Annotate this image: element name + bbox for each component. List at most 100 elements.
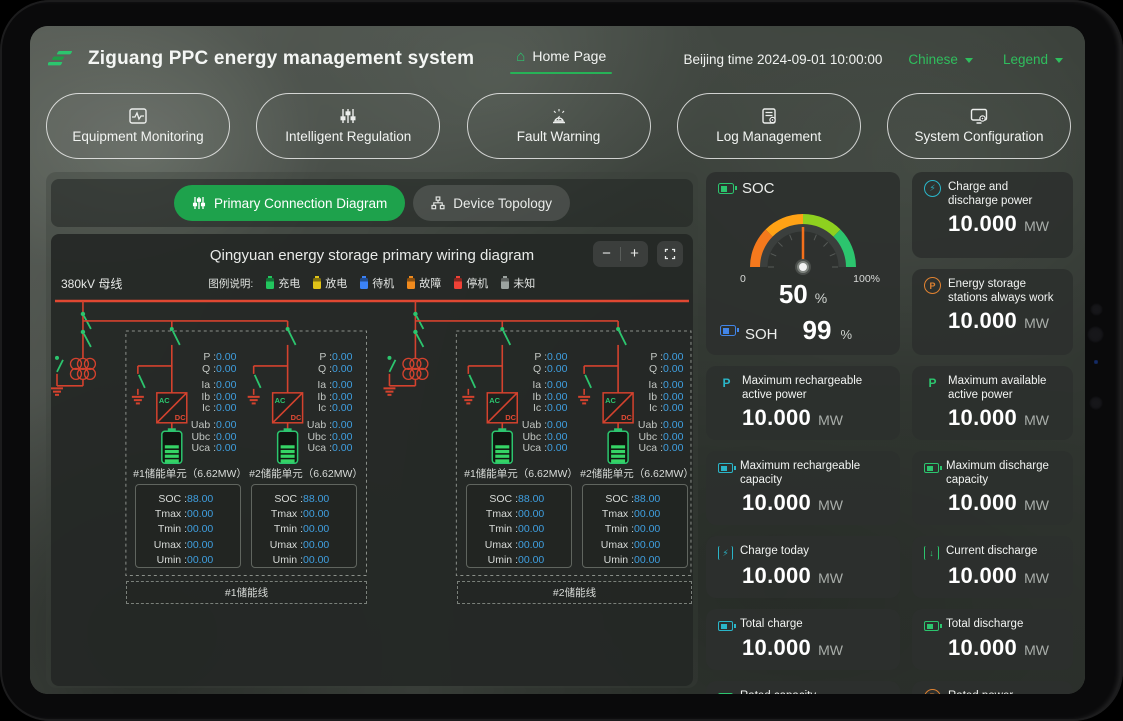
stat-label: Tmin <box>599 522 634 537</box>
metric-card: P Maximum available active power 10.000 … <box>912 366 1073 440</box>
measurement-value: 0.00 <box>663 402 683 414</box>
tab-primary-connection-diagram[interactable]: Primary Connection Diagram <box>174 185 405 221</box>
stat-value: 00.00 <box>303 538 340 553</box>
legend-dropdown[interactable]: Legend <box>1003 52 1063 67</box>
circuit-canvas[interactable]: AC DC AC DC <box>51 296 693 688</box>
main-nav: Equipment Monitoring Intelligent Regulat… <box>30 84 1085 159</box>
zoom-in-button[interactable]: + <box>621 241 648 267</box>
topology-icon <box>431 196 445 210</box>
line-label: #2储能线 <box>553 585 596 600</box>
alarm-icon <box>550 108 568 124</box>
diagram-tabs: Primary Connection Diagram <box>51 179 693 227</box>
unit-label: #1储能单元（6.62MW） <box>125 466 255 481</box>
metric-title: Charge and discharge power <box>948 180 1061 208</box>
nav-intelligent-regulation[interactable]: Intelligent Regulation <box>256 93 440 159</box>
measurement-value: 0.00 <box>332 419 352 431</box>
stat-value: 00.00 <box>187 538 224 553</box>
nav-label: Fault Warning <box>517 129 601 144</box>
metric-value: 10.000 <box>948 635 1017 661</box>
stat-value: 00.00 <box>518 522 555 537</box>
dc-label: DC <box>505 413 516 422</box>
soc-value: 50 <box>779 279 808 310</box>
soc-title: SOC <box>742 180 775 197</box>
measurement-value: 0.00 <box>547 391 567 403</box>
nav-fault-warning[interactable]: Fault Warning <box>467 93 651 159</box>
card-icon: ⚡ <box>718 546 733 560</box>
metric-value: 10.000 <box>948 490 1017 516</box>
card-icon: P <box>924 374 941 391</box>
card-icon: ↓ <box>924 546 939 560</box>
legend-title: 图例说明: <box>208 276 253 291</box>
primary-wiring-diagram: Qingyuan energy storage primary wiring d… <box>51 234 693 686</box>
legend-item: 故障 <box>407 275 441 291</box>
nav-system-configuration[interactable]: System Configuration <box>887 93 1071 159</box>
nav-equipment-monitoring[interactable]: Equipment Monitoring <box>46 93 230 159</box>
measurement-label: P <box>521 352 547 364</box>
log-gear-icon <box>760 108 778 124</box>
ac-label: AC <box>489 396 500 405</box>
measurement-value: 0.00 <box>663 391 683 403</box>
stat-value: 00.00 <box>634 522 671 537</box>
metric-title: Energy storage stations always work <box>948 277 1061 305</box>
metric-card: P Energy storage stations always work 10… <box>912 269 1073 355</box>
stat-label: Tmax <box>268 507 303 522</box>
stat-label: Tmin <box>268 522 303 537</box>
measurement-label: P <box>637 352 663 364</box>
soh-title: SOH <box>745 326 778 343</box>
measurement-value: 0.00 <box>547 419 567 431</box>
unit-measurements: P0.00Q0.00Ia0.00Ib0.00Ic0.00Uab0.00Ubc0.… <box>521 352 567 455</box>
measurement-value: 0.00 <box>332 442 352 454</box>
measurement-value: 0.00 <box>332 391 352 403</box>
measurement-label: Uca <box>306 443 332 455</box>
language-label: Chinese <box>908 52 958 67</box>
metric-value: 10.000 <box>948 563 1017 589</box>
stat-label: Tmax <box>152 507 187 522</box>
tab-device-topology[interactable]: Device Topology <box>413 185 570 221</box>
stat-value: 00.00 <box>303 507 340 522</box>
tablet-frame: Ziguang PPC energy management system ⌂ H… <box>0 0 1123 721</box>
zoom-out-button[interactable]: − <box>593 241 620 267</box>
camera-dot <box>1090 303 1103 316</box>
card-icon <box>924 621 939 631</box>
battery-icon <box>454 278 462 289</box>
soc-gauge: 0 100% <box>718 203 888 283</box>
measurement-value: 0.00 <box>547 442 567 454</box>
legend-item: 停机 <box>454 275 488 291</box>
ac-label: AC <box>159 396 170 405</box>
stat-label: Umax <box>599 538 634 553</box>
card-icon <box>718 621 733 631</box>
home-page-tab[interactable]: ⌂ Home Page <box>510 44 612 74</box>
metric-title: Total discharge <box>946 617 1023 632</box>
metric-title: Maximum rechargeable active power <box>742 374 888 402</box>
card-icon <box>718 463 733 473</box>
fullscreen-button[interactable] <box>657 241 683 267</box>
stat-label: Tmax <box>599 507 634 522</box>
metric-unit: MW <box>1024 570 1049 586</box>
stat-label: Umin <box>268 553 303 568</box>
nav-log-management[interactable]: Log Management <box>677 93 861 159</box>
stat-label: Umax <box>268 538 303 553</box>
metric-unit: MW <box>1024 497 1049 513</box>
metric-card: Maximum discharge capacity 10.000 MW <box>912 451 1073 525</box>
battery-icon <box>266 278 274 289</box>
measurement-value: 0.00 <box>216 402 236 414</box>
monitor-icon <box>129 108 147 124</box>
measurement-value: 0.00 <box>547 351 567 363</box>
metric-unit: MW <box>1024 642 1049 658</box>
stat-value: 00.00 <box>518 553 555 568</box>
nav-label: Log Management <box>716 129 821 144</box>
card-icon <box>718 693 733 694</box>
measurement-label: Uca <box>190 443 216 455</box>
measurement-value: 0.00 <box>332 402 352 414</box>
stat-value: 00.00 <box>187 522 224 537</box>
stat-label: Umin <box>483 553 518 568</box>
measurement-value: 0.00 <box>216 351 236 363</box>
unit-measurements: P0.00Q0.00Ia0.00Ib0.00Ic0.00Uab0.00Ubc0.… <box>637 352 683 455</box>
language-dropdown[interactable]: Chinese <box>908 52 973 67</box>
ac-label: AC <box>605 396 616 405</box>
soc-gauge-card: SOC <box>706 172 900 355</box>
measurement-label: Q <box>190 364 216 376</box>
measurement-value: 0.00 <box>663 363 683 375</box>
camera-indicator <box>1094 360 1098 364</box>
dc-label: DC <box>291 413 302 422</box>
